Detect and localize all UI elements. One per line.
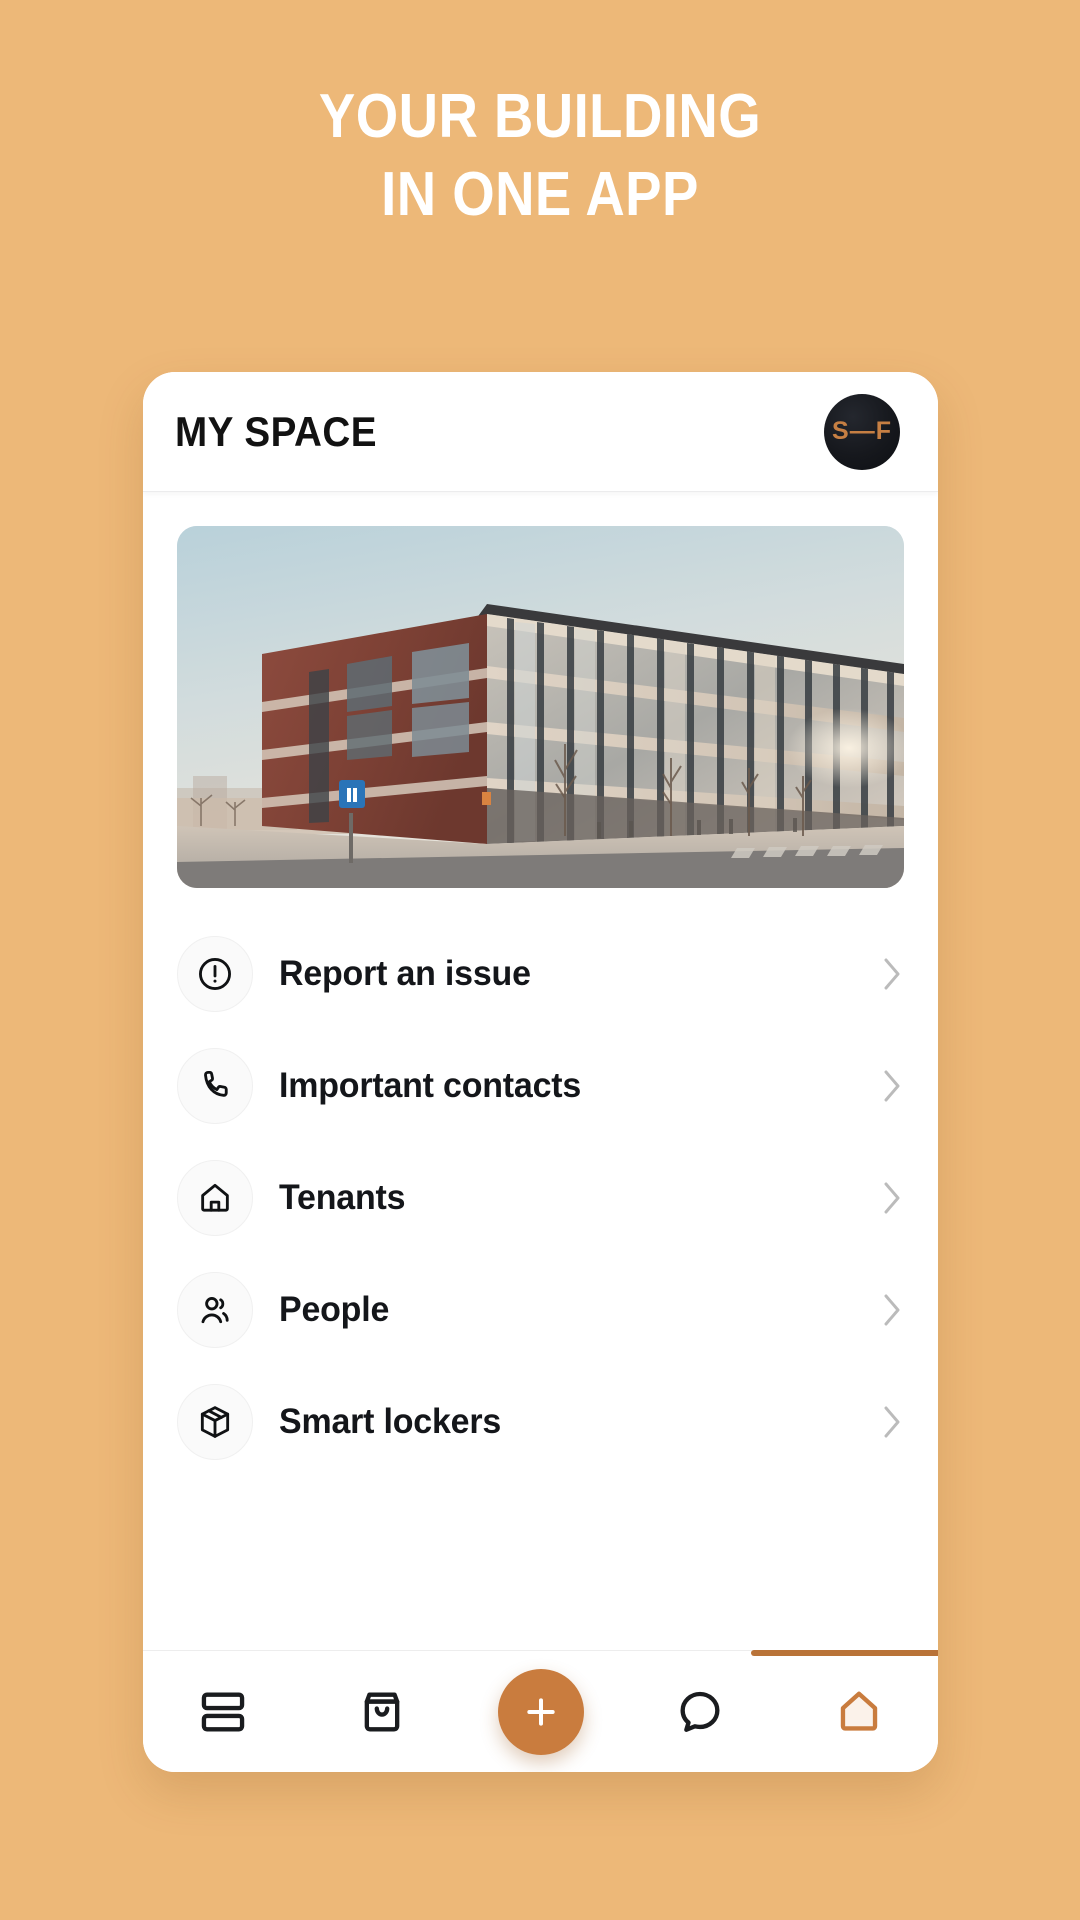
avatar-initials: S—F <box>832 417 892 445</box>
alert-circle-icon <box>177 936 253 1012</box>
menu-item-people[interactable]: People <box>177 1254 904 1366</box>
menu-item-important-contacts[interactable]: Important contacts <box>177 1030 904 1142</box>
phone-icon <box>177 1048 253 1124</box>
menu-item-label: Important contacts <box>279 1066 582 1105</box>
nav-item-shop[interactable] <box>332 1651 432 1773</box>
add-button[interactable] <box>497 1668 584 1755</box>
chat-bubble-icon <box>674 1686 726 1738</box>
house-icon <box>177 1160 253 1236</box>
chevron-right-icon <box>880 1178 904 1218</box>
home-icon <box>833 1686 885 1738</box>
chevron-right-icon <box>880 1402 904 1442</box>
menu-list: Report an issue Important contacts Tenan… <box>177 918 904 1478</box>
bottom-navigation <box>143 1649 938 1773</box>
headline-line-2: IN ONE APP <box>381 160 699 230</box>
app-header: MY SPACE S—F <box>143 372 938 492</box>
menu-item-label: People <box>279 1290 390 1329</box>
people-icon <box>177 1272 253 1348</box>
menu-item-label: Smart lockers <box>279 1402 502 1441</box>
page-headline: YOUR BUILDING IN ONE APP <box>65 78 1015 234</box>
chevron-right-icon <box>880 1066 904 1106</box>
building-photo[interactable] <box>177 526 904 888</box>
chevron-right-icon <box>880 954 904 994</box>
package-box-icon <box>177 1384 253 1460</box>
shopping-bag-icon <box>356 1686 408 1738</box>
menu-item-label: Report an issue <box>279 954 531 993</box>
app-content: Report an issue Important contacts Tenan… <box>143 492 938 1650</box>
plus-icon <box>521 1692 561 1732</box>
page-title: MY SPACE <box>175 407 377 455</box>
menu-item-smart-lockers[interactable]: Smart lockers <box>177 1366 904 1478</box>
nav-item-chat[interactable] <box>650 1651 750 1773</box>
menu-item-label: Tenants <box>279 1178 406 1217</box>
avatar[interactable]: S—F <box>824 393 900 470</box>
app-preview-card: MY SPACE S—F Report an issue Important c… <box>143 372 938 1772</box>
nav-item-dashboard[interactable] <box>173 1651 273 1773</box>
menu-item-tenants[interactable]: Tenants <box>177 1142 904 1254</box>
menu-item-report-an-issue[interactable]: Report an issue <box>177 918 904 1030</box>
dashboard-icon <box>197 1686 249 1738</box>
nav-item-home[interactable] <box>750 1649 938 1773</box>
chevron-right-icon <box>880 1290 904 1330</box>
headline-line-1: YOUR BUILDING <box>318 82 762 151</box>
nav-item-add[interactable] <box>491 1651 591 1773</box>
